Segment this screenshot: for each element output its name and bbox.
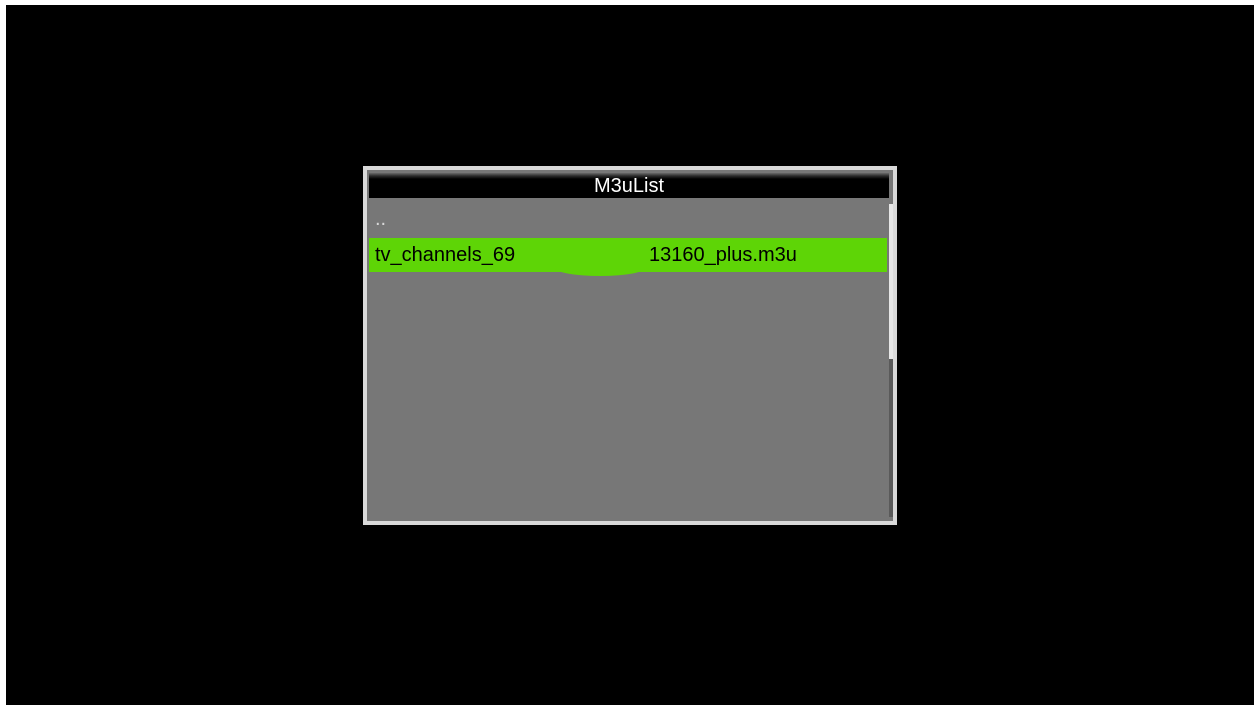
file-list: .. tv_channels_69 13160_plus.m3u (369, 204, 889, 514)
dialog-title: M3uList (369, 173, 889, 198)
scrollbar-track[interactable] (889, 359, 893, 517)
list-item-label: .. (375, 208, 387, 230)
list-item-m3u-file-selected[interactable]: tv_channels_69 13160_plus.m3u (369, 238, 887, 276)
redacted-region (555, 238, 645, 276)
m3u-list-dialog: M3uList .. tv_channels_69 13160_plus.m3u (363, 166, 897, 525)
dialog-panel: M3uList .. tv_channels_69 13160_plus.m3u (367, 170, 893, 521)
list-item-label: tv_channels_69 (375, 244, 516, 266)
scrollbar-thumb[interactable] (889, 204, 893, 359)
tv-screen: M3uList .. tv_channels_69 13160_plus.m3u (6, 5, 1254, 705)
list-item-parent-directory[interactable]: .. (369, 204, 887, 238)
list-item-label-end: 13160_plus.m3u (649, 244, 797, 266)
